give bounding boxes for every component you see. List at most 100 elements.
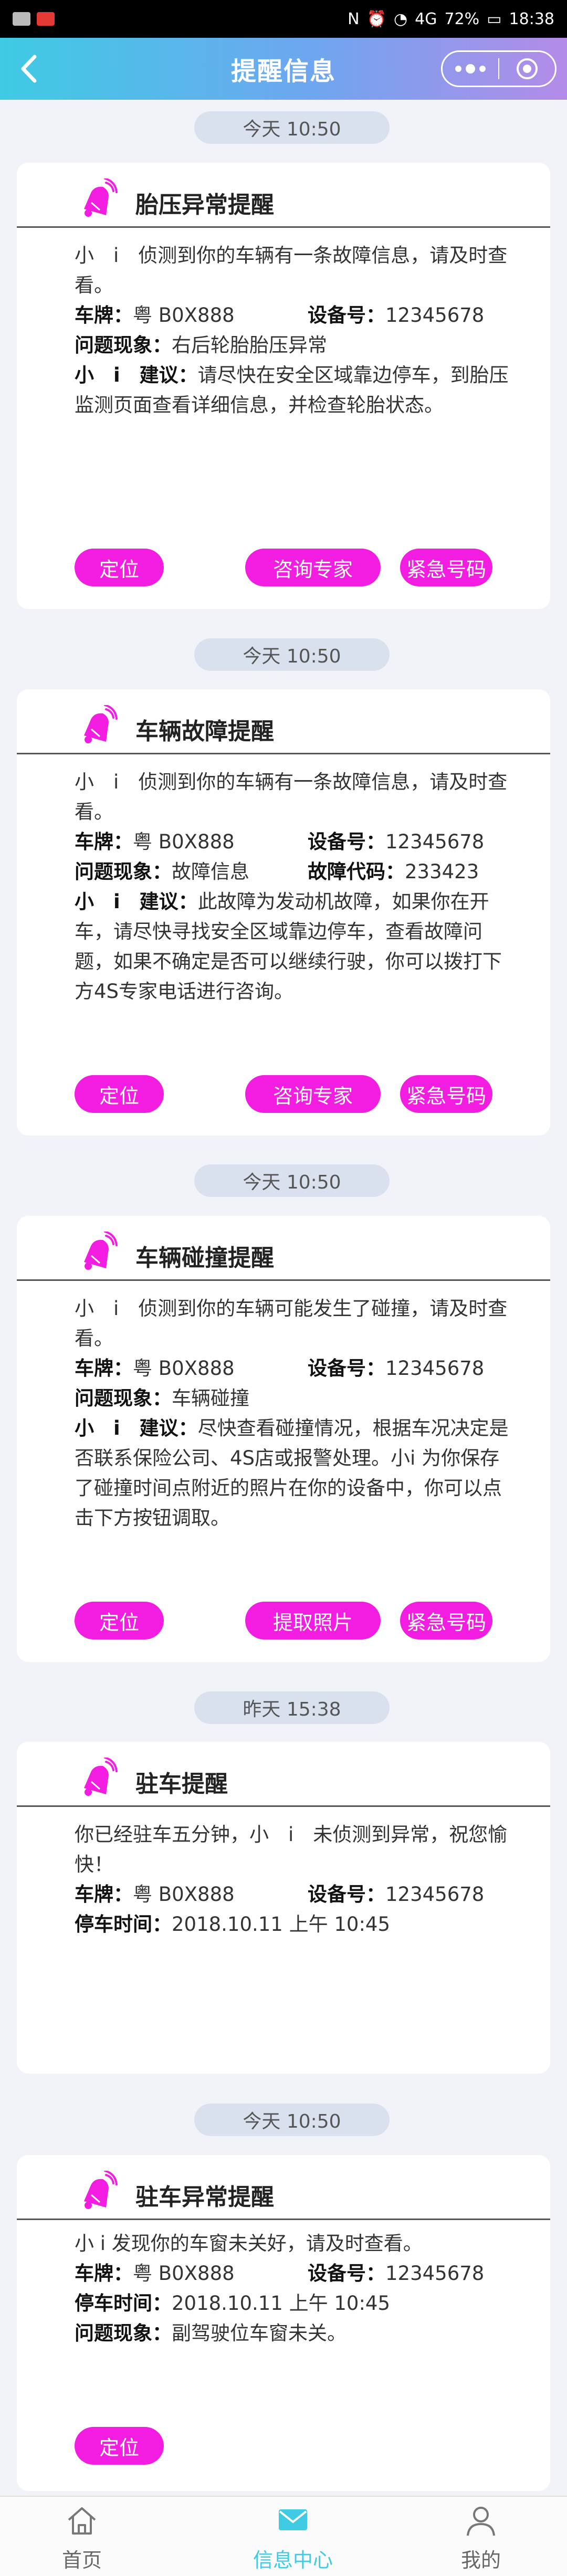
message-time: 昨天 15:38 bbox=[194, 1691, 390, 1724]
device-value: 12345678 bbox=[385, 830, 485, 853]
emergency-number-button[interactable]: 紧急号码 bbox=[400, 1075, 492, 1113]
consult-expert-button[interactable]: 咨询专家 bbox=[245, 1075, 381, 1113]
bell-icon bbox=[84, 2171, 118, 2209]
card-header: 驻车异常提醒 bbox=[17, 2155, 550, 2220]
device-label: 设备号： bbox=[308, 2262, 385, 2285]
advice-label: 小 i 建议： bbox=[75, 364, 198, 386]
user-icon bbox=[467, 2507, 495, 2536]
signal-label: 4G bbox=[415, 9, 437, 28]
issue-label: 问题现象： bbox=[75, 860, 172, 883]
plate-label: 车牌： bbox=[75, 830, 133, 853]
emergency-number-button[interactable]: 紧急号码 bbox=[400, 549, 492, 586]
card-body: 你已经驻车五分钟，小 i 未侦测到异常，祝您愉快！ 车牌：粤 B0X888 设备… bbox=[75, 1820, 510, 1939]
plate-label: 车牌： bbox=[75, 1883, 133, 1906]
emergency-number-button[interactable]: 紧急号码 bbox=[400, 1602, 492, 1639]
card-header: 车辆碰撞提醒 bbox=[17, 1216, 550, 1281]
park-time-value: 2018.10.11 上午 10:45 bbox=[172, 1913, 390, 1936]
message-time: 今天 10:50 bbox=[194, 2104, 390, 2136]
bell-icon bbox=[84, 1758, 118, 1796]
intro-text: 小 i 发现你的车窗未关好，请及时查看。 bbox=[75, 2232, 423, 2255]
fault-code-label: 故障代码： bbox=[308, 860, 405, 883]
page-title: 提醒信息 bbox=[230, 57, 336, 86]
nav-header: 提醒信息 bbox=[0, 38, 567, 100]
plate-value: 粤 B0X888 bbox=[133, 1883, 235, 1906]
card-body: 小 i 侦测到你的车辆有一条故障信息，请及时查看。 车牌：粤 B0X888 设备… bbox=[75, 767, 510, 1006]
bell-icon bbox=[84, 1232, 118, 1270]
locate-button[interactable]: 定位 bbox=[75, 549, 164, 586]
message-time: 今天 10:50 bbox=[194, 638, 390, 671]
message-time: 今天 10:50 bbox=[194, 111, 390, 144]
card-body: 小 i 侦测到你的车辆可能发生了碰撞，请及时查看。 车牌：粤 B0X888 设备… bbox=[75, 1294, 510, 1533]
park-time-label: 停车时间： bbox=[75, 1913, 172, 1936]
card-header: 胎压异常提醒 bbox=[17, 163, 550, 228]
nfc-icon: N bbox=[348, 9, 360, 28]
tab-mine-label: 我的 bbox=[460, 2549, 501, 2572]
bottom-tab-bar: 首页 信息中心 我的 bbox=[0, 2496, 567, 2576]
message-card-collision: 车辆碰撞提醒 小 i 侦测到你的车辆可能发生了碰撞，请及时查看。 车牌：粤 B0… bbox=[17, 1216, 550, 1662]
notification-icon bbox=[13, 12, 30, 26]
device-value: 12345678 bbox=[385, 304, 485, 327]
app-notification-icon bbox=[37, 12, 55, 26]
device-value: 12345678 bbox=[385, 1883, 485, 1906]
plate-value: 粤 B0X888 bbox=[133, 2262, 235, 2285]
tab-messages-label: 信息中心 bbox=[253, 2549, 333, 2572]
plate-value: 粤 B0X888 bbox=[133, 304, 235, 327]
message-time: 今天 10:50 bbox=[194, 1164, 390, 1197]
tab-home[interactable]: 首页 bbox=[19, 2502, 145, 2573]
tab-home-label: 首页 bbox=[61, 2549, 102, 2572]
consult-expert-button[interactable]: 咨询专家 bbox=[245, 549, 381, 586]
intro-text: 你已经驻车五分钟，小 i 未侦测到异常，祝您愉快！ bbox=[75, 1823, 508, 1876]
card-title: 驻车提醒 bbox=[135, 1771, 228, 1797]
locate-button[interactable]: 定位 bbox=[75, 2427, 164, 2465]
status-bar: N ⏰ ◔ 4G 72% ▭ 18:38 bbox=[0, 0, 567, 38]
issue-value: 副驾驶位车窗未关。 bbox=[172, 2322, 346, 2344]
card-title: 车辆故障提醒 bbox=[135, 718, 274, 745]
device-label: 设备号： bbox=[308, 1357, 385, 1380]
battery-icon: ▭ bbox=[487, 9, 502, 28]
tab-mine[interactable]: 我的 bbox=[418, 2502, 544, 2573]
bell-icon bbox=[84, 705, 118, 743]
intro-text: 小 i 侦测到你的车辆有一条故障信息，请及时查看。 bbox=[75, 244, 508, 297]
card-title: 驻车异常提醒 bbox=[135, 2184, 274, 2211]
mail-icon bbox=[279, 2509, 307, 2530]
message-card-parking-abnormal: 驻车异常提醒 小 i 发现你的车窗未关好，请及时查看。 车牌：粤 B0X888 … bbox=[17, 2155, 550, 2491]
locate-button[interactable]: 定位 bbox=[75, 1075, 164, 1113]
advice-label: 小 i 建议： bbox=[75, 890, 198, 913]
card-header: 驻车提醒 bbox=[17, 1742, 550, 1807]
issue-label: 问题现象： bbox=[75, 334, 172, 356]
park-time-value: 2018.10.11 上午 10:45 bbox=[172, 2292, 390, 2315]
device-label: 设备号： bbox=[308, 304, 385, 327]
issue-label: 问题现象： bbox=[75, 1387, 172, 1410]
bell-icon bbox=[84, 178, 118, 217]
device-value: 12345678 bbox=[385, 1357, 485, 1380]
extract-photo-button[interactable]: 提取照片 bbox=[245, 1602, 381, 1639]
message-card-parking: 驻车提醒 你已经驻车五分钟，小 i 未侦测到异常，祝您愉快！ 车牌：粤 B0X8… bbox=[17, 1742, 550, 2074]
wifi-icon: ◔ bbox=[393, 9, 408, 28]
plate-label: 车牌： bbox=[75, 304, 133, 327]
intro-text: 小 i 侦测到你的车辆有一条故障信息，请及时查看。 bbox=[75, 771, 508, 823]
fault-code-value: 233423 bbox=[405, 860, 479, 883]
tab-messages[interactable]: 信息中心 bbox=[230, 2502, 356, 2573]
issue-value: 故障信息 bbox=[172, 860, 249, 883]
plate-label: 车牌： bbox=[75, 2262, 133, 2285]
advice-label: 小 i 建议： bbox=[75, 1417, 198, 1439]
card-body: 小 i 侦测到你的车辆有一条故障信息，请及时查看。 车牌：粤 B0X888 设备… bbox=[75, 240, 510, 420]
alarm-icon: ⏰ bbox=[366, 9, 386, 28]
message-card-vehicle-fault: 车辆故障提醒 小 i 侦测到你的车辆有一条故障信息，请及时查看。 车牌：粤 B0… bbox=[17, 689, 550, 1135]
card-header: 车辆故障提醒 bbox=[17, 689, 550, 754]
issue-value: 车辆碰撞 bbox=[172, 1387, 249, 1410]
more-icon[interactable] bbox=[443, 64, 498, 73]
device-value: 12345678 bbox=[385, 2262, 485, 2285]
mini-program-capsule bbox=[441, 50, 556, 87]
issue-value: 右后轮胎胎压异常 bbox=[172, 334, 327, 356]
card-body: 小 i 发现你的车窗未关好，请及时查看。 车牌：粤 B0X888 设备号：123… bbox=[75, 2228, 510, 2348]
home-icon bbox=[68, 2507, 96, 2535]
issue-label: 问题现象： bbox=[75, 2322, 172, 2344]
card-title: 车辆碰撞提醒 bbox=[135, 1245, 274, 1271]
locate-button[interactable]: 定位 bbox=[75, 1602, 164, 1639]
clock: 18:38 bbox=[509, 9, 554, 28]
close-miniprogram-icon[interactable] bbox=[499, 58, 555, 79]
message-card-tire-pressure: 胎压异常提醒 小 i 侦测到你的车辆有一条故障信息，请及时查看。 车牌：粤 B0… bbox=[17, 163, 550, 609]
device-label: 设备号： bbox=[308, 830, 385, 853]
back-arrow-icon[interactable] bbox=[12, 50, 48, 87]
